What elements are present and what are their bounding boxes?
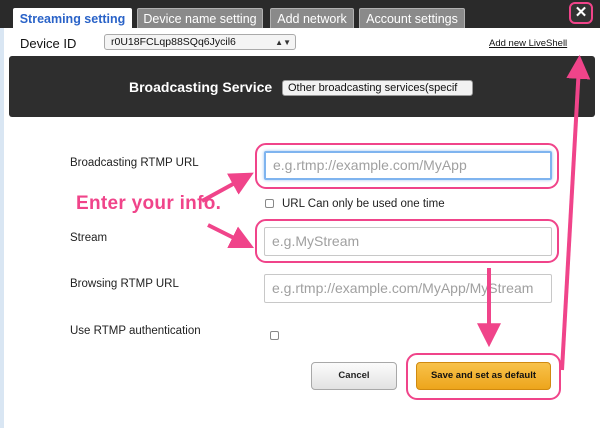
annotation-arrows [201, 54, 591, 371]
arrow-to-close [560, 54, 591, 371]
arrow-to-stream [207, 223, 255, 249]
arrow-to-rtmp-url [201, 172, 254, 203]
